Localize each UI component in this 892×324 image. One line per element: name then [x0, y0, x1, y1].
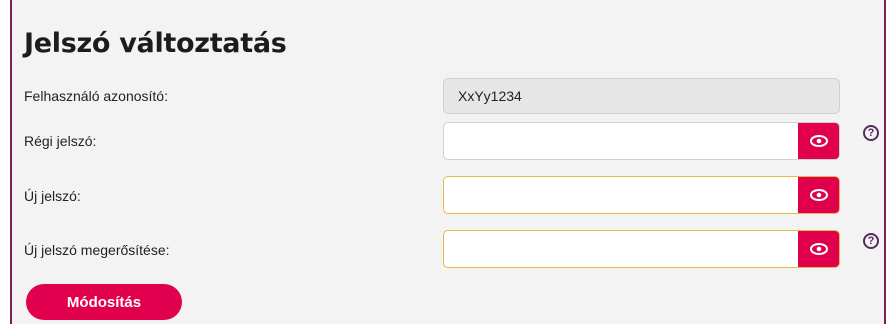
eye-icon: [809, 135, 828, 147]
confirm-password-field: [443, 230, 840, 268]
eye-icon: [809, 189, 828, 201]
old-password-input[interactable]: [444, 123, 799, 159]
eye-icon: [809, 243, 828, 255]
new-password-toggle-button[interactable]: [798, 177, 839, 213]
new-password-field: [443, 176, 840, 214]
new-password-input[interactable]: [444, 177, 799, 213]
confirm-password-toggle-button[interactable]: [798, 231, 839, 267]
old-password-label: Régi jelszó:: [24, 133, 97, 149]
confirm-password-help-icon[interactable]: ?: [863, 233, 879, 249]
submit-button[interactable]: Módosítás: [26, 284, 182, 320]
old-password-help-icon[interactable]: ?: [863, 125, 879, 141]
old-password-field: [443, 122, 840, 160]
page-title: Jelszó változtatás: [24, 28, 287, 59]
confirm-password-label: Új jelszó megerősítése:: [24, 242, 170, 258]
user-id-value: XxYy1234: [458, 88, 522, 104]
user-id-field: XxYy1234: [443, 78, 840, 114]
user-id-label: Felhasználó azonosító:: [24, 88, 168, 104]
old-password-toggle-button[interactable]: [798, 123, 839, 159]
confirm-password-input[interactable]: [444, 231, 799, 267]
new-password-label: Új jelszó:: [24, 188, 81, 204]
